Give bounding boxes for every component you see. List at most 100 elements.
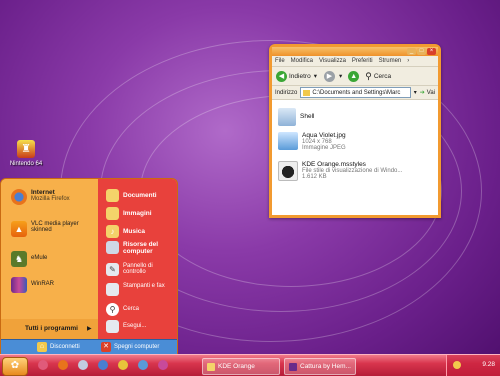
up-folder-icon[interactable]: ▲ (348, 70, 360, 82)
quicklaunch-icon[interactable] (38, 360, 48, 370)
start-item-immagini[interactable]: Immagini (106, 207, 152, 220)
start-item-label: Stampanti e fax (123, 283, 165, 289)
winrar-icon (11, 277, 27, 293)
start-item-documenti[interactable]: Documenti (106, 189, 157, 202)
start-item-label: Documenti (123, 192, 157, 199)
explorer-window[interactable]: _ □ × File Modifica Visualizza Preferiti… (269, 44, 441, 218)
menu-modifica[interactable]: Modifica (291, 58, 313, 64)
quicklaunch-icon[interactable] (158, 360, 168, 370)
desktop-icon-label: Nintendo 64 (9, 161, 43, 167)
logoff-label: Disconnetti (50, 344, 80, 350)
menu-visualizza[interactable]: Visualizza (319, 58, 346, 64)
go-arrow-icon[interactable]: ➔ (420, 89, 425, 96)
quicklaunch-icon[interactable] (118, 360, 128, 370)
start-item-label: Cerca (123, 306, 140, 312)
start-item-internet[interactable]: Internet Mozilla Firefox (11, 189, 70, 205)
start-item-vlc[interactable]: ▲ VLC media player skinned (11, 221, 93, 237)
chevron-right-icon[interactable]: ▶ (87, 325, 92, 332)
chevron-down-icon[interactable]: ▾ (314, 72, 317, 80)
start-menu-pinned: Internet Mozilla Firefox ▲ VLC media pla… (1, 179, 98, 319)
window-titlebar[interactable]: _ □ × (272, 47, 438, 56)
start-item-title: Internet (31, 189, 55, 196)
firefox-icon (11, 189, 27, 205)
start-item-risorse[interactable]: Risorse del computer (106, 241, 176, 255)
power-icon: ✕ (101, 342, 111, 352)
start-item-winrar[interactable]: WinRAR (11, 277, 54, 293)
shutdown-button[interactable]: ✕ Spegni computer (101, 342, 159, 352)
start-item-label: Pannello di controllo (123, 263, 153, 275)
clock[interactable]: 9.28 (482, 361, 495, 368)
file-name: KDE Orange.msstyles (302, 161, 366, 168)
task-label: KDE Orange (218, 363, 255, 370)
toolbar: ◀ Indietro ▾ ▶ ▾ ▲ ⚲ Cerca (272, 67, 438, 86)
task-button-kde-orange[interactable]: KDE Orange (202, 358, 280, 375)
tray-icon[interactable] (453, 361, 461, 369)
start-item-label: Immagini (123, 210, 152, 217)
printer-icon (106, 283, 119, 296)
back-arrow-icon[interactable]: ◀ (276, 70, 287, 82)
menubar: File Modifica Visualizza Preferiti Strum… (272, 56, 438, 67)
address-value: C:\Documents and Settings\Marc (312, 89, 401, 96)
file-item[interactable]: Aqua Violet.jpg 1024 x 768 Immagine JPEG (278, 132, 346, 151)
start-item-title: VLC media player skinned (31, 221, 79, 233)
shell-folder-icon (278, 108, 296, 126)
system-tray: 9.28 (446, 355, 500, 376)
quicklaunch-icon[interactable] (78, 360, 88, 370)
search-button[interactable]: Cerca (374, 73, 391, 80)
go-button[interactable]: Vai (427, 90, 435, 96)
quicklaunch-icon[interactable] (98, 360, 108, 370)
menu-file[interactable]: File (275, 58, 285, 64)
run-icon (106, 320, 119, 333)
search-icon: ⚲ (106, 303, 119, 316)
theme-file-icon (278, 161, 298, 181)
maximize-button[interactable]: □ (417, 48, 426, 55)
start-item-label: Esegui... (123, 323, 147, 329)
key-icon: ⌂ (37, 342, 47, 352)
start-item-musica[interactable]: ♪ Musica (106, 225, 145, 238)
start-item-stampanti[interactable]: Stampanti e fax (106, 283, 176, 296)
file-item[interactable]: KDE Orange.msstyles File stile di visual… (278, 161, 402, 181)
start-item-esegui[interactable]: Esegui... (106, 320, 146, 333)
file-item[interactable]: Shell (278, 108, 314, 126)
folder-icon (303, 89, 311, 96)
desktop-icon-nintendo64[interactable]: ♜ Nintendo 64 (6, 140, 46, 167)
close-button[interactable]: × (427, 48, 436, 55)
start-item-emule[interactable]: ♞ eMule (11, 251, 47, 267)
address-label: Indirizzo (275, 89, 298, 96)
start-item-title: WinRAR (31, 281, 55, 287)
quicklaunch-icon[interactable] (138, 360, 148, 370)
address-bar: Indirizzo C:\Documents and Settings\Marc… (272, 86, 438, 100)
taskbar: ✿ KDE Orange Cattura by Hem... 9.28 (0, 354, 500, 376)
image-file-icon (278, 132, 298, 150)
start-item-label: Musica (123, 228, 146, 235)
capture-app-icon (289, 362, 297, 371)
start-button[interactable]: ✿ (2, 357, 28, 376)
start-menu: Internet Mozilla Firefox ▲ VLC media pla… (0, 178, 178, 356)
chevron-down-icon[interactable]: ▾ (414, 89, 417, 96)
shutdown-label: Spegni computer (114, 344, 160, 350)
start-item-pannello[interactable]: ✎ Pannello di controllo (106, 263, 176, 276)
chevron-right-icon[interactable]: › (407, 58, 409, 64)
forward-arrow-icon[interactable]: ▶ (323, 70, 335, 82)
chevron-down-icon[interactable]: ▾ (339, 72, 342, 80)
folder-icon (207, 362, 215, 371)
search-icon[interactable]: ⚲ (365, 71, 372, 82)
file-size: 1.612 KB (302, 174, 327, 180)
task-button-cattura[interactable]: Cattura by Hem... (284, 358, 356, 375)
back-button[interactable]: Indietro (289, 73, 311, 80)
address-input[interactable]: C:\Documents and Settings\Marc (300, 87, 411, 98)
menu-preferiti[interactable]: Preferiti (352, 58, 373, 64)
emule-icon: ♞ (11, 251, 27, 267)
start-item-cerca[interactable]: ⚲ Cerca (106, 303, 139, 316)
control-panel-icon: ✎ (106, 263, 119, 276)
file-type: Immagine JPEG (302, 145, 346, 151)
start-item-title: eMule (31, 255, 48, 261)
logoff-button[interactable]: ⌂ Disconnetti (37, 342, 80, 352)
minimize-button[interactable]: _ (407, 48, 416, 55)
quicklaunch-icon[interactable] (58, 360, 68, 370)
all-programs-button[interactable]: Tutti i programmi (25, 325, 78, 332)
documents-folder-icon (106, 189, 119, 202)
music-folder-icon: ♪ (106, 225, 119, 238)
menu-strumenti[interactable]: Strumen (379, 58, 402, 64)
file-name: Aqua Violet.jpg (302, 132, 346, 139)
